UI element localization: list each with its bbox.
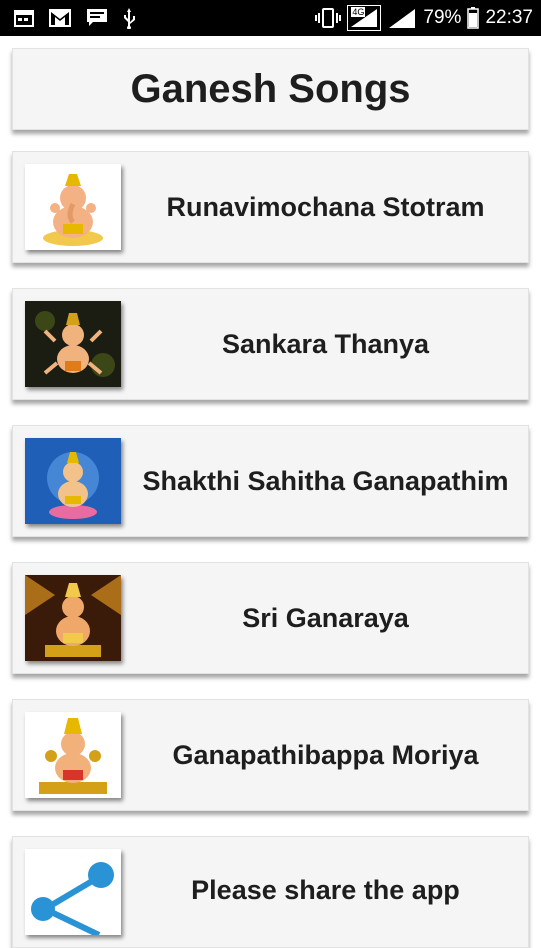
song-item-shakthi-sahitha-ganapathim[interactable]: Shakthi Sahitha Ganapathim [12, 425, 529, 537]
gmail-icon [48, 8, 72, 28]
app-title-card: Ganesh Songs [12, 48, 529, 130]
song-item-sri-ganaraya[interactable]: Sri Ganaraya [12, 562, 529, 674]
battery-icon [467, 7, 480, 29]
song-title: Sri Ganaraya [242, 602, 409, 633]
song-item-ganapathibappa-moriya[interactable]: Ganapathibappa Moriya [12, 699, 529, 811]
share-icon [25, 849, 121, 935]
share-label: Please share the app [191, 875, 460, 905]
share-app-item[interactable]: Please share the app [12, 836, 529, 948]
network-type-label: 4G [351, 7, 366, 17]
signal-icon: 4G [347, 5, 382, 31]
signal-icon [387, 7, 417, 29]
calendar-icon [14, 9, 34, 27]
app-title: Ganesh Songs [130, 66, 411, 111]
song-thumbnail [25, 438, 121, 524]
vibrate-icon [315, 8, 342, 28]
clock: 22:37 [485, 7, 533, 28]
message-icon [86, 8, 108, 28]
song-title: Sankara Thanya [221, 328, 430, 359]
song-title: Shakthi Sahitha Ganapathim [142, 465, 509, 496]
song-thumbnail [25, 301, 121, 387]
song-title: Ganapathibappa Moriya [172, 739, 479, 770]
song-thumbnail [25, 712, 121, 798]
song-thumbnail [25, 575, 121, 661]
song-item-runavimochana-stotram[interactable]: Runavimochana Stotram [12, 151, 529, 263]
song-item-sankara-thanya[interactable]: Sankara Thanya [12, 288, 529, 400]
battery-percent: 79% [423, 7, 462, 28]
song-title: Runavimochana Stotram [166, 191, 485, 222]
song-thumbnail [25, 164, 121, 250]
usb-icon [122, 7, 136, 29]
status-bar: 4G 79% 22:37 [0, 0, 541, 36]
